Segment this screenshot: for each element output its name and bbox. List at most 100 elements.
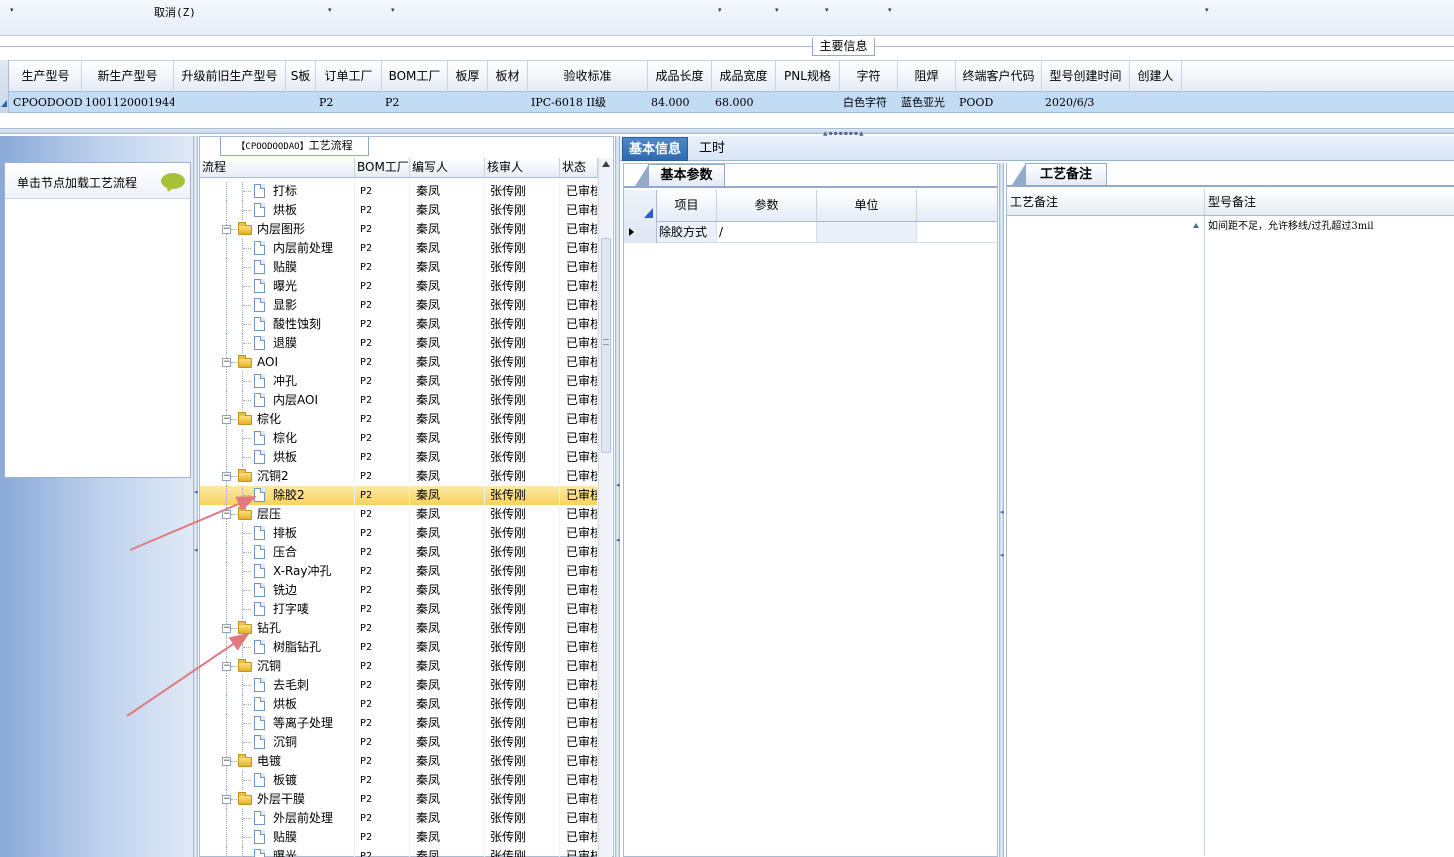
column-header[interactable]: 成品长度	[648, 61, 712, 92]
splitter-arrow-icon[interactable]: ◂	[194, 546, 198, 554]
tab-work-hours[interactable]: 工时	[693, 137, 731, 161]
dropdown-icon[interactable]: ▾	[825, 6, 829, 14]
dropdown-icon[interactable]: ▾	[775, 6, 779, 14]
column-header[interactable]: PNL规格	[776, 61, 840, 92]
tree-step-row[interactable]: 等离子处理 P2 秦凤张传刚已审核	[200, 714, 598, 733]
tree-step-row[interactable]: 退膜 P2 秦凤张传刚已审核	[200, 334, 598, 353]
tree-step-row[interactable]: 树脂钻孔 P2 秦凤张传刚已审核	[200, 638, 598, 657]
table-cell[interactable]	[174, 92, 286, 113]
tree-folder-row[interactable]: − AOI P2 秦凤张传刚已审核	[200, 353, 598, 372]
tree-step-row[interactable]: 酸性蚀刻 P2 秦凤张传刚已审核	[200, 315, 598, 334]
column-header[interactable]: BOM工厂	[355, 158, 410, 177]
table-cell[interactable]	[286, 92, 316, 113]
tree-step-row[interactable]: 排板 P2 秦凤张传刚已审核	[200, 524, 598, 543]
vertical-splitter[interactable]: ◂ ◂	[999, 163, 1004, 857]
process-notes-tab[interactable]: 工艺备注	[1012, 163, 1107, 185]
splitter-arrow-icon[interactable]: ◂	[1000, 508, 1004, 516]
column-header[interactable]: S板	[286, 61, 316, 92]
collapse-icon[interactable]: −	[222, 624, 231, 633]
column-header[interactable]: 生产型号	[10, 61, 82, 92]
splitter-arrow-icon[interactable]: ◂	[1000, 551, 1004, 559]
tab-basic-info[interactable]: 基本信息	[622, 137, 689, 161]
param-item-cell[interactable]: 除胶方式	[657, 222, 717, 242]
collapse-icon[interactable]: −	[222, 472, 231, 481]
tree-step-row[interactable]: 曝光 P2 秦凤张传刚已审核	[200, 277, 598, 296]
collapse-icon[interactable]: −	[222, 795, 231, 804]
tree-step-row[interactable]: 打标 P2 秦凤张传刚已审核	[200, 182, 598, 201]
column-header[interactable]: 成品宽度	[712, 61, 776, 92]
column-header[interactable]: 板厚	[448, 61, 488, 92]
splitter-arrow-icon[interactable]: ◂	[616, 536, 620, 544]
column-header[interactable]: 流程	[200, 158, 355, 177]
column-header[interactable]: 单位	[817, 190, 917, 221]
table-cell[interactable]	[776, 92, 840, 113]
tree-step-row[interactable]: 铣边 P2 秦凤张传刚已审核	[200, 581, 598, 600]
dropdown-icon[interactable]: ▾	[1205, 6, 1209, 14]
process-note-column[interactable]	[1007, 216, 1205, 856]
column-header[interactable]: 创建人	[1130, 61, 1182, 92]
tree-step-row[interactable]: 贴膜 P2 秦凤张传刚已审核	[200, 828, 598, 847]
dropdown-icon[interactable]: ▾	[10, 6, 14, 14]
tree-step-row[interactable]: 烘板 P2 秦凤张传刚已审核	[200, 695, 598, 714]
tree-step-row[interactable]: 曝光 P2 秦凤张传刚已审核	[200, 847, 598, 857]
tree-step-row[interactable]: 冲孔 P2 秦凤张传刚已审核	[200, 372, 598, 391]
scroll-thumb[interactable]	[601, 238, 611, 453]
tree-step-row[interactable]: 外层前处理 P2 秦凤张传刚已审核	[200, 809, 598, 828]
table-cell[interactable]: 蓝色亚光	[898, 92, 956, 113]
collapse-icon[interactable]: −	[222, 662, 231, 671]
main-info-tab[interactable]: 主要信息	[812, 38, 875, 56]
table-row[interactable]: CPOODOODAO10011200019442 P2P2 IPC-6018 II级…	[0, 92, 1454, 113]
scroll-up-icon[interactable]	[602, 161, 610, 167]
tree-step-row[interactable]: 烘板 P2 秦凤张传刚已审核	[200, 448, 598, 467]
tree-step-row[interactable]: 显影 P2 秦凤张传刚已审核	[200, 296, 598, 315]
table-row[interactable]: 除胶方式 /	[624, 222, 997, 243]
column-header[interactable]: 字符	[840, 61, 898, 92]
column-header[interactable]: 阻焊	[898, 61, 956, 92]
horizontal-splitter[interactable]: ▲▪▪▪▪▪▪▲	[0, 128, 1454, 137]
splitter-arrow-icon[interactable]: ◂	[194, 488, 198, 496]
column-header[interactable]: BOM工厂	[382, 61, 448, 92]
column-header[interactable]: 板材	[488, 61, 528, 92]
cancel-button[interactable]: 取消(Z)	[154, 4, 196, 20]
column-header[interactable]: 验收标准	[528, 61, 648, 92]
column-header[interactable]: 工艺备注	[1007, 189, 1205, 215]
table-cell[interactable]: P2	[382, 92, 448, 113]
column-header[interactable]: 编写人	[410, 158, 485, 177]
tree-step-row[interactable]: 内层前处理 P2 秦凤张传刚已审核	[200, 239, 598, 258]
column-header[interactable]: 终端客户代码	[956, 61, 1042, 92]
collapse-icon[interactable]: −	[222, 757, 231, 766]
table-cell[interactable]: IPC-6018 II级	[528, 92, 648, 113]
tree-step-row[interactable]: 去毛刺 P2 秦凤张传刚已审核	[200, 676, 598, 695]
tree-step-row[interactable]: X-Ray冲孔 P2 秦凤张传刚已审核	[200, 562, 598, 581]
model-note-cell[interactable]: 如间距不足，允许移线/过孔超过3mil	[1208, 217, 1374, 232]
collapse-icon[interactable]: −	[222, 225, 231, 234]
table-cell[interactable]: 10011200019442	[82, 92, 174, 113]
table-cell[interactable]	[448, 92, 488, 113]
vertical-splitter[interactable]: ◂ ◂	[193, 136, 198, 857]
tree-folder-row[interactable]: − 棕化 P2 秦凤张传刚已审核	[200, 410, 598, 429]
column-header[interactable]: 参数	[717, 190, 817, 221]
column-header[interactable]: 核审人	[485, 158, 560, 177]
tree-step-row[interactable]: 沉铜 P2 秦凤张传刚已审核	[200, 733, 598, 752]
collapse-icon[interactable]: −	[222, 510, 231, 519]
column-header[interactable]: 型号创建时间	[1042, 61, 1130, 92]
table-cell[interactable]	[488, 92, 528, 113]
column-header[interactable]: 订单工厂	[316, 61, 382, 92]
column-header[interactable]: 项目	[657, 190, 717, 221]
table-cell[interactable]: POOD	[956, 92, 1042, 113]
param-value-cell[interactable]: /	[717, 222, 817, 242]
column-header[interactable]: 型号备注	[1205, 189, 1454, 215]
table-cell[interactable]: P2	[316, 92, 382, 113]
tree-folder-row[interactable]: − 外层干膜 P2 秦凤张传刚已审核	[200, 790, 598, 809]
table-cell[interactable]: 2020/6/3	[1042, 92, 1130, 113]
dropdown-icon[interactable]: ▾	[718, 6, 722, 14]
basic-params-tab[interactable]: 基本参数	[635, 164, 725, 186]
column-header[interactable]: 升级前旧生产型号	[174, 61, 286, 92]
collapse-icon[interactable]: −	[222, 415, 231, 424]
table-cell[interactable]: 白色字符	[840, 92, 898, 113]
tree-step-row[interactable]: 压合 P2 秦凤张传刚已审核	[200, 543, 598, 562]
tree-folder-row[interactable]: − 内层图形 P2 秦凤张传刚已审核	[200, 220, 598, 239]
tree-step-row[interactable]: 贴膜 P2 秦凤张传刚已审核	[200, 258, 598, 277]
column-header[interactable]: 新生产型号	[82, 61, 174, 92]
tree-step-row[interactable]: 内层AOI P2 秦凤张传刚已审核	[200, 391, 598, 410]
